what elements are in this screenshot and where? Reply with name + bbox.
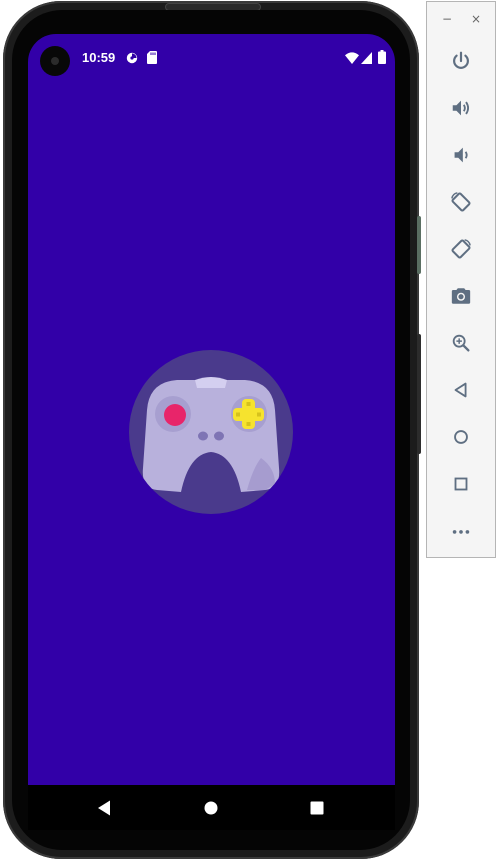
- emulator-back-button[interactable]: [447, 376, 475, 404]
- zoom-button[interactable]: [447, 329, 475, 357]
- power-icon: [453, 51, 469, 69]
- rotate-right-button[interactable]: [447, 235, 475, 263]
- home-icon: [454, 430, 468, 444]
- back-icon[interactable]: [94, 797, 116, 819]
- recents-icon[interactable]: [306, 797, 328, 819]
- emulator-toolbar: − ×: [426, 1, 496, 558]
- volume-up-button[interactable]: [447, 94, 475, 122]
- wifi-icon: [345, 52, 359, 64]
- emulator-window: 10:59 − ×: [0, 0, 496, 862]
- data-saver-icon: [126, 52, 138, 64]
- navigation-bar: [28, 785, 395, 830]
- front-camera: [40, 46, 70, 76]
- side-button-upper: [417, 216, 421, 274]
- rotate-left-icon: [451, 192, 471, 212]
- volume-down-icon: [454, 147, 468, 163]
- rotate-right-icon: [451, 239, 471, 259]
- back-icon: [454, 382, 467, 398]
- zoom-icon: [452, 334, 470, 352]
- minimize-button[interactable]: −: [442, 12, 452, 26]
- camera-lens: [51, 57, 59, 65]
- volume-down-button[interactable]: [447, 141, 475, 169]
- volume-up-icon: [452, 100, 470, 116]
- side-button-volume: [417, 334, 421, 454]
- cellular-signal-icon: [361, 52, 372, 64]
- screenshot-button[interactable]: [447, 282, 475, 310]
- home-icon[interactable]: [200, 797, 222, 819]
- more-icon: [452, 530, 470, 534]
- more-button[interactable]: [447, 517, 475, 545]
- power-button[interactable]: [447, 47, 475, 75]
- game-controller-icon[interactable]: [129, 350, 293, 514]
- sd-card-icon: [147, 51, 157, 64]
- close-button[interactable]: ×: [471, 12, 481, 26]
- status-time: 10:59: [82, 50, 116, 65]
- overview-icon: [454, 477, 468, 491]
- battery-icon: [378, 50, 386, 64]
- emulator-home-button[interactable]: [447, 423, 475, 451]
- overview-button[interactable]: [447, 470, 475, 498]
- rotate-left-button[interactable]: [447, 188, 475, 216]
- screenshot-icon: [451, 288, 471, 304]
